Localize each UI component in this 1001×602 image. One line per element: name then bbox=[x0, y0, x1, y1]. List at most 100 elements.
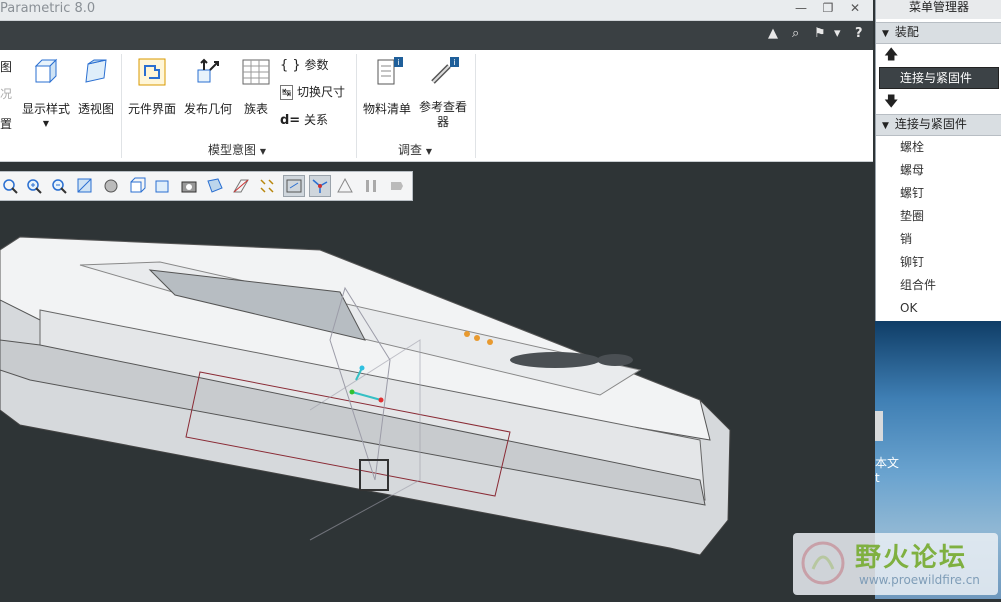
publish-geometry-icon bbox=[197, 58, 219, 83]
triangle-icon[interactable] bbox=[335, 176, 355, 196]
ribbon-separator bbox=[121, 54, 122, 158]
desktop-text-2: t bbox=[875, 471, 880, 485]
family-table-label: 族表 bbox=[243, 102, 268, 116]
reference-chain-icon: i bbox=[431, 57, 459, 84]
parameters-button[interactable]: { } 参数 bbox=[280, 56, 329, 73]
menu-item-bolt[interactable]: 螺栓 bbox=[876, 136, 1001, 159]
scroll-handle[interactable] bbox=[875, 411, 883, 441]
menu-item-combination[interactable]: 组合件 bbox=[876, 274, 1001, 297]
view-toolbar bbox=[0, 171, 413, 201]
parameters-label: 参数 bbox=[304, 58, 329, 72]
watermark-title: 野火论坛 bbox=[855, 543, 968, 573]
maximize-button[interactable]: ❐ bbox=[815, 0, 841, 18]
switch-dimensions-button[interactable]: ↹ 切换尺寸 bbox=[280, 83, 345, 100]
title-bar: Parametric 8.0 — ❐ ✕ bbox=[0, 0, 873, 21]
relations-button[interactable]: d= 关系 bbox=[280, 111, 328, 128]
component-interface-label: 元件界面 bbox=[127, 102, 176, 116]
ribbon-tab-bar: ▲ ⌕ ⚑ ▾ ? bbox=[0, 21, 873, 50]
reference-viewer-button[interactable]: i 参考查看器 bbox=[414, 56, 472, 130]
triangle-down-icon: ▼ bbox=[882, 29, 889, 39]
arrow-up-icon[interactable]: 🡅 bbox=[876, 44, 1001, 67]
repaint-icon[interactable] bbox=[75, 176, 95, 196]
graphics-window[interactable] bbox=[0, 162, 873, 599]
display-style-button[interactable]: 显示样式 ▼ bbox=[20, 56, 72, 128]
parameters-icon: { } bbox=[280, 58, 301, 73]
saved-orientations-icon[interactable] bbox=[127, 176, 147, 196]
menu-item-rivet[interactable]: 铆钉 bbox=[876, 251, 1001, 274]
ribbon-separator bbox=[356, 54, 357, 158]
desktop-text-1: 本文 bbox=[875, 456, 900, 470]
publish-geometry-button[interactable]: 发布几何 bbox=[182, 56, 234, 117]
publish-geometry-label: 发布几何 bbox=[183, 102, 232, 116]
annotation-display-icon[interactable] bbox=[283, 175, 305, 197]
watermark: 野火论坛 www.proewildfire.cn bbox=[793, 533, 998, 595]
ribbon-cut-label-2: 况 bbox=[0, 87, 13, 101]
section-assemble[interactable]: ▼ 装配 bbox=[876, 22, 1001, 44]
search-icon[interactable]: ⌕ bbox=[792, 26, 799, 41]
investigate-group[interactable]: 调查 ▼ bbox=[398, 141, 432, 158]
table-icon bbox=[242, 59, 270, 85]
model-intent-label: 模型意图 bbox=[208, 143, 257, 157]
datum-planes-icon[interactable] bbox=[231, 176, 251, 196]
ribbon: 图 况 置 显示样式 ▼ 透视图 元件界面 发布几何 族表 {} 参数 ↹ 切… bbox=[0, 50, 873, 162]
menu-item-pin[interactable]: 销 bbox=[876, 228, 1001, 251]
bom-button[interactable]: i 物料清单 bbox=[362, 56, 412, 117]
zoom-out-icon[interactable] bbox=[49, 176, 69, 196]
chevron-down-icon[interactable]: ▾ bbox=[834, 26, 841, 41]
svg-text:i: i bbox=[453, 58, 455, 67]
relations-icon: d= bbox=[280, 113, 301, 128]
chevron-down-icon: ▼ bbox=[42, 119, 50, 128]
display-style-label: 显示样式 bbox=[21, 102, 70, 116]
section-connect-label: 连接与紧固件 bbox=[894, 117, 967, 131]
chevron-down-icon: ▼ bbox=[425, 147, 432, 156]
menu-item-nut[interactable]: 螺母 bbox=[876, 159, 1001, 182]
arrow-down-icon[interactable]: 🡇 bbox=[876, 91, 1001, 114]
display-style-icon[interactable] bbox=[205, 176, 225, 196]
switch-dimensions-label: 切换尺寸 bbox=[297, 85, 346, 99]
menu-manager: 菜单管理器 ▼ 装配 🡅 连接与紧固件 🡇 ▼ 连接与紧固件 螺栓 螺母 螺钉 垫圈… bbox=[875, 0, 1001, 321]
learning-icon[interactable]: ⚑ bbox=[814, 26, 826, 41]
datum-points-icon[interactable] bbox=[257, 176, 277, 196]
cube-icon bbox=[34, 58, 58, 84]
bom-icon: i bbox=[377, 57, 403, 85]
relations-label: 关系 bbox=[304, 113, 329, 127]
ribbon-cut-label-3: 置 bbox=[0, 117, 13, 131]
next-icon[interactable] bbox=[387, 176, 407, 196]
menu-item-screw[interactable]: 螺钉 bbox=[876, 182, 1001, 205]
window-title: Parametric 8.0 bbox=[0, 1, 96, 16]
zoom-in-icon[interactable] bbox=[24, 176, 44, 196]
ribbon-separator bbox=[475, 54, 476, 158]
component-interface-icon bbox=[138, 58, 166, 86]
view-manager-icon[interactable] bbox=[153, 176, 173, 196]
svg-text:i: i bbox=[397, 58, 399, 67]
section-connect[interactable]: ▼ 连接与紧固件 bbox=[876, 114, 1001, 136]
watermark-url: www.proewildfire.cn bbox=[859, 573, 980, 587]
minimize-button[interactable]: — bbox=[788, 0, 814, 18]
pause-icon[interactable] bbox=[361, 176, 381, 196]
collapse-ribbon-icon[interactable]: ▲ bbox=[768, 26, 778, 41]
ribbon-cut-label-1: 图 bbox=[0, 60, 13, 74]
model-intent-group[interactable]: 模型意图 ▼ bbox=[208, 141, 266, 158]
desktop-background: 本文 t 野火论坛 www.proewildfire.cn bbox=[793, 321, 1001, 599]
family-table-button[interactable]: 族表 bbox=[238, 56, 274, 117]
help-icon[interactable]: ? bbox=[855, 26, 863, 41]
menu-item-washer[interactable]: 垫圈 bbox=[876, 205, 1001, 228]
switch-dimensions-icon: ↹ bbox=[280, 85, 294, 100]
perspective-button[interactable]: 透视图 bbox=[74, 56, 118, 117]
perspective-cube-icon bbox=[85, 59, 107, 83]
watermark-logo-icon bbox=[801, 541, 845, 585]
reference-viewer-label: 参考查看器 bbox=[418, 100, 467, 129]
selected-item[interactable]: 连接与紧固件 bbox=[879, 67, 999, 89]
menu-manager-title: 菜单管理器 bbox=[876, 0, 1001, 19]
menu-item-ok[interactable]: OK bbox=[876, 297, 1001, 320]
chevron-down-icon: ▼ bbox=[259, 147, 266, 156]
shading-icon[interactable] bbox=[101, 176, 121, 196]
triangle-down-icon: ▼ bbox=[882, 121, 889, 131]
investigate-label: 调查 bbox=[398, 143, 423, 157]
refit-icon[interactable] bbox=[0, 176, 20, 196]
bom-label: 物料清单 bbox=[362, 102, 411, 116]
component-interface-button[interactable]: 元件界面 bbox=[125, 56, 179, 117]
close-button[interactable]: ✕ bbox=[842, 0, 868, 18]
coordinate-system-icon[interactable] bbox=[309, 175, 331, 197]
camera-icon[interactable] bbox=[179, 176, 199, 196]
